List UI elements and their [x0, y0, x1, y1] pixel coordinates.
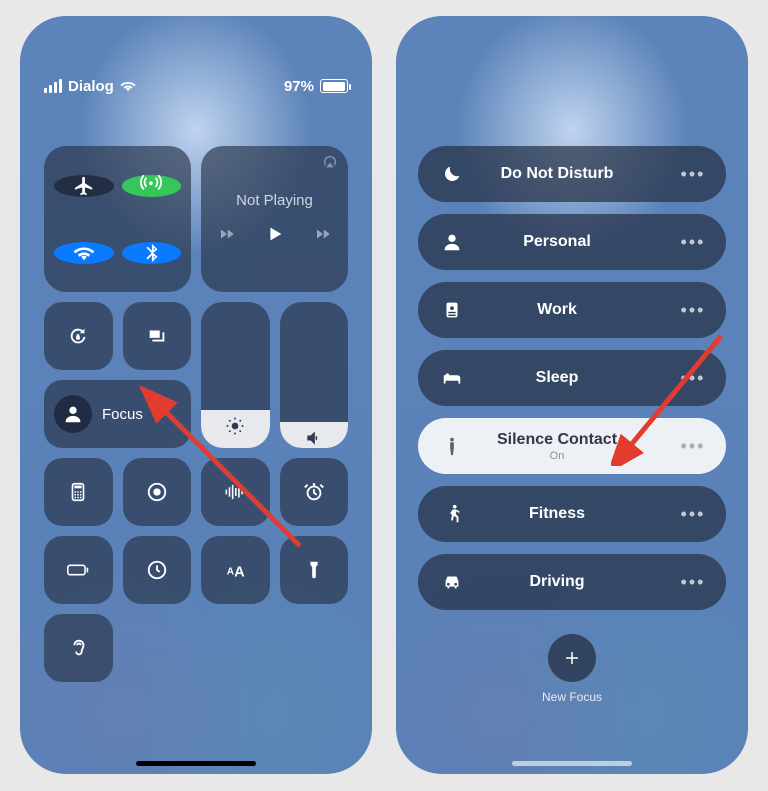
- flashlight-button[interactable]: [280, 536, 349, 604]
- focus-row-do-not-disturb[interactable]: Do Not Disturb •••: [418, 146, 726, 202]
- low-power-button[interactable]: [44, 536, 113, 604]
- svg-text:A: A: [234, 564, 245, 580]
- focus-mode-icon-wrap: [54, 395, 92, 433]
- focus-row-silence-contact[interactable]: Silence Contact On •••: [418, 418, 726, 474]
- new-focus-button[interactable]: [548, 634, 596, 682]
- focus-row-label: Do Not Disturb: [434, 165, 680, 183]
- sun-icon: [225, 416, 245, 436]
- timer-icon: [146, 559, 168, 581]
- voice-memo-button[interactable]: [201, 458, 270, 526]
- status-bar: Dialog 97%: [20, 16, 372, 104]
- control-center-screen: Dialog 97% Not Playing: [20, 16, 372, 774]
- control-center-grid: Not Playing Focus: [44, 146, 348, 682]
- focus-button[interactable]: Focus: [44, 380, 191, 448]
- more-button[interactable]: •••: [680, 232, 706, 253]
- battery-outline-icon: [67, 559, 89, 581]
- person-icon: [62, 403, 84, 425]
- airplane-mode-button[interactable]: [54, 175, 114, 197]
- speaker-icon: [304, 428, 324, 448]
- timer-button[interactable]: [123, 536, 192, 604]
- carrier-label: Dialog: [68, 78, 114, 95]
- focus-row-label: Personal: [434, 233, 680, 251]
- plus-icon: [563, 649, 581, 667]
- text-size-button[interactable]: AA: [201, 536, 270, 604]
- focus-label: Focus: [102, 406, 143, 423]
- new-focus: New Focus: [418, 634, 726, 704]
- rectangles-icon: [146, 325, 168, 347]
- focus-menu-screen: Do Not Disturb ••• Personal ••• Work •••…: [396, 16, 748, 774]
- calculator-button[interactable]: [44, 458, 113, 526]
- calculator-icon: [67, 481, 89, 503]
- connectivity-tile[interactable]: [44, 146, 191, 292]
- new-focus-label: New Focus: [542, 690, 602, 704]
- focus-mode-list: Do Not Disturb ••• Personal ••• Work •••…: [418, 146, 726, 704]
- home-indicator[interactable]: [512, 761, 632, 766]
- wifi-button[interactable]: [54, 242, 114, 264]
- focus-row-sublabel: On: [434, 450, 680, 462]
- focus-row-work[interactable]: Work •••: [418, 282, 726, 338]
- brightness-slider[interactable]: [201, 302, 270, 448]
- orientation-lock-button[interactable]: [44, 302, 113, 370]
- more-button[interactable]: •••: [680, 504, 706, 525]
- record-icon: [146, 481, 168, 503]
- bluetooth-button[interactable]: [122, 242, 182, 264]
- battery-percentage: 97%: [284, 78, 314, 95]
- focus-row-label: Work: [434, 301, 680, 319]
- focus-row-label: Driving: [434, 573, 680, 591]
- focus-row-sleep[interactable]: Sleep •••: [418, 350, 726, 406]
- screen-record-button[interactable]: [123, 458, 192, 526]
- media-tile[interactable]: Not Playing: [201, 146, 348, 292]
- focus-row-driving[interactable]: Driving •••: [418, 554, 726, 610]
- media-title: Not Playing: [236, 192, 313, 209]
- more-button[interactable]: •••: [680, 164, 706, 185]
- more-button[interactable]: •••: [680, 572, 706, 593]
- more-button[interactable]: •••: [680, 368, 706, 389]
- bluetooth-icon: [140, 242, 162, 264]
- wifi-icon: [120, 78, 136, 94]
- more-button[interactable]: •••: [680, 300, 706, 321]
- media-controls: [218, 223, 332, 250]
- battery-icon: [320, 79, 348, 93]
- hearing-button[interactable]: [44, 614, 113, 682]
- more-button[interactable]: •••: [680, 436, 706, 457]
- focus-row-personal[interactable]: Personal •••: [418, 214, 726, 270]
- antenna-icon: [140, 175, 162, 197]
- airplane-icon: [73, 175, 95, 197]
- alarm-button[interactable]: [280, 458, 349, 526]
- volume-slider[interactable]: [280, 302, 349, 448]
- play-button[interactable]: [264, 223, 286, 250]
- text-size-icon: AA: [224, 559, 246, 581]
- ear-icon: [67, 637, 89, 659]
- focus-row-label: Sleep: [434, 369, 680, 387]
- focus-row-label: Fitness: [434, 505, 680, 523]
- cellular-signal-icon: [44, 79, 62, 93]
- airplay-icon: [322, 154, 338, 170]
- focus-row-fitness[interactable]: Fitness •••: [418, 486, 726, 542]
- flashlight-icon: [303, 559, 325, 581]
- focus-row-label: Silence Contact On: [434, 431, 680, 462]
- previous-button[interactable]: [218, 225, 236, 248]
- wifi-icon: [73, 242, 95, 264]
- lock-rotate-icon: [67, 325, 89, 347]
- alarm-clock-icon: [303, 481, 325, 503]
- screen-mirroring-button[interactable]: [123, 302, 192, 370]
- next-button[interactable]: [314, 225, 332, 248]
- waveform-icon: [224, 481, 246, 503]
- home-indicator[interactable]: [136, 761, 256, 766]
- cellular-data-button[interactable]: [122, 175, 182, 197]
